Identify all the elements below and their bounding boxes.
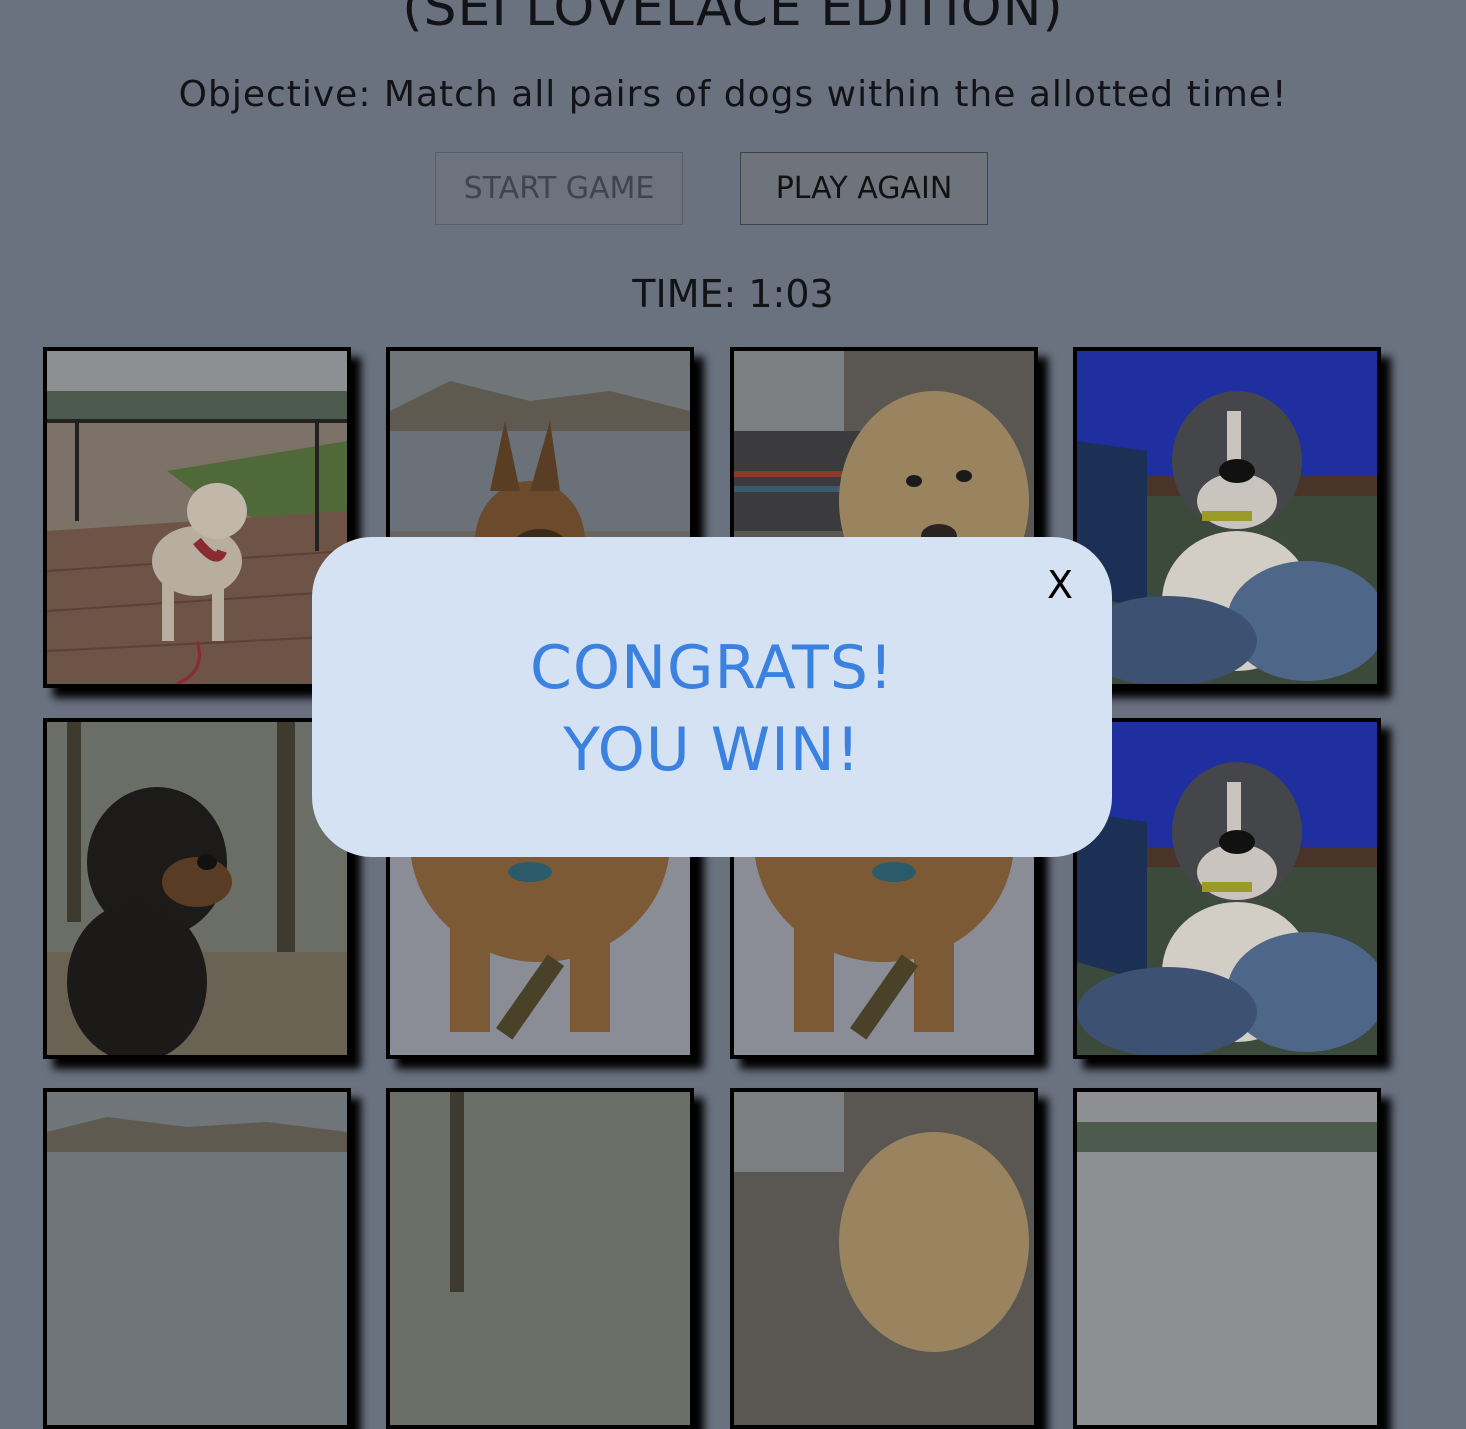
card-grey-pitbull[interactable] [1073,718,1381,1059]
card-rottweiler[interactable] [386,1088,694,1429]
dog-photo [734,1092,1034,1425]
card-grey-pitbull[interactable] [1073,347,1381,688]
dog-photo [1077,722,1377,1055]
congrats-text: CONGRATS! [530,633,894,703]
objective-text: Objective: Match all pairs of dogs withi… [178,74,1288,115]
dog-photo [1077,1092,1377,1425]
card-scruffy-terrier[interactable] [730,1088,1038,1429]
start-game-button[interactable]: START GAME [435,152,683,225]
dog-photo [47,1092,347,1425]
dog-photo [390,1092,690,1425]
dog-photo [47,351,347,684]
card-rottweiler[interactable] [43,718,351,1059]
you-win-text: YOU WIN! [563,715,861,785]
card-yellow-lab[interactable] [43,347,351,688]
card-yellow-lab[interactable] [1073,1088,1381,1429]
card-german-shepherd[interactable] [43,1088,351,1429]
close-modal-button[interactable]: X [1047,563,1073,607]
dog-photo [47,722,347,1055]
timer-display: TIME: 1:03 [632,272,834,316]
win-modal: X CONGRATS! YOU WIN! [312,537,1112,857]
play-again-button[interactable]: PLAY AGAIN [740,152,988,225]
dog-photo [1077,351,1377,684]
win-message: CONGRATS! YOU WIN! [312,627,1112,791]
page-title: (SEI LOVELACE EDITION) [402,0,1064,38]
